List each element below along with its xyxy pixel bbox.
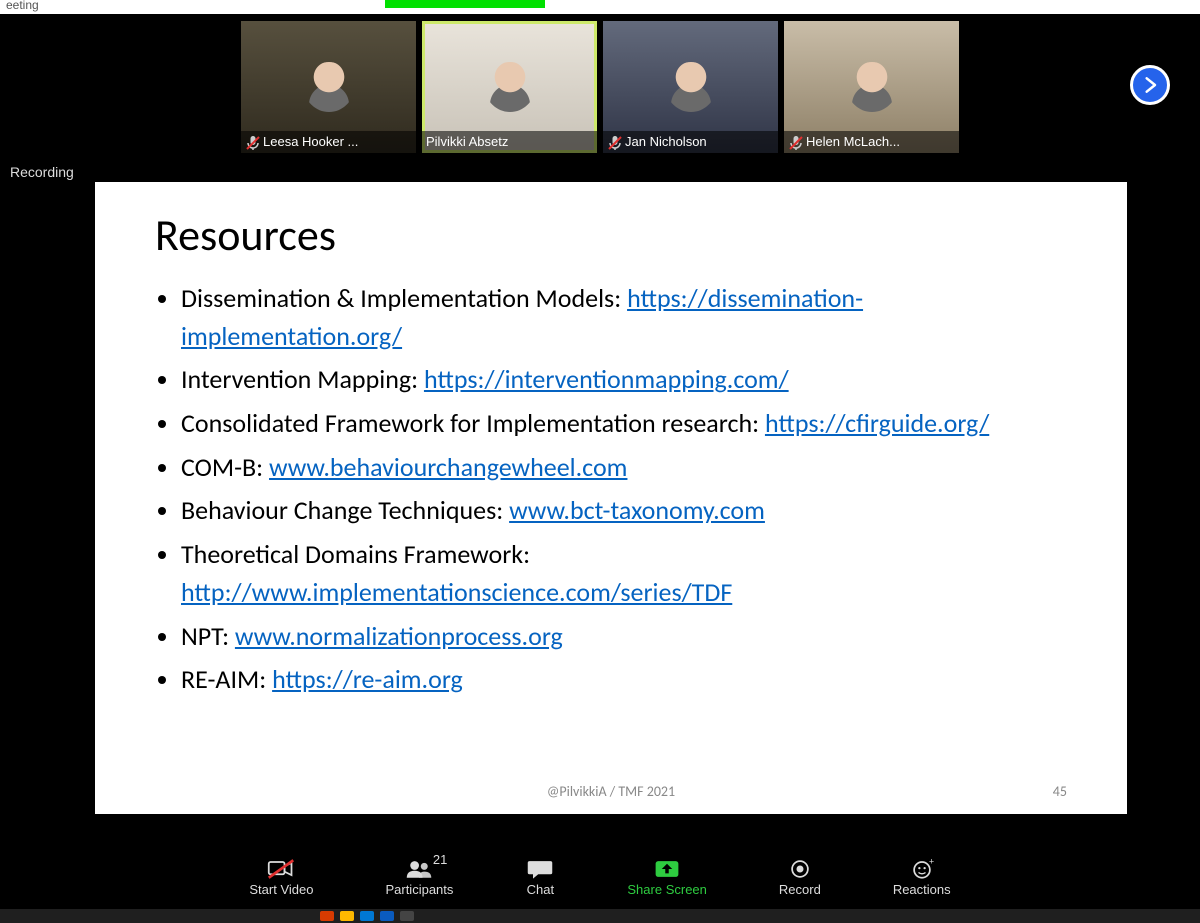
bullet-link[interactable]: http://www.implementationscience.com/ser… [181, 576, 732, 608]
video-tile[interactable]: Jan Nicholson [603, 21, 778, 153]
participant-name-bar: Jan Nicholson [603, 131, 778, 153]
record-button[interactable]: Record [779, 856, 821, 897]
bullet-label: Dissemination & Implementation Models: [181, 282, 627, 314]
video-gallery: Leesa Hooker ... Pilvikki Absetz Jan Nicho… [0, 14, 1200, 160]
slide-bullet: Behaviour Change Techniques: www.bct-tax… [181, 492, 1067, 530]
bullet-link[interactable]: https://cfirguide.org/ [765, 407, 989, 439]
chat-label: Chat [527, 882, 554, 897]
slide-bullet: Theoretical Domains Framework: http://ww… [181, 536, 1067, 611]
start-video-label: Start Video [249, 882, 313, 897]
video-tile[interactable]: Helen McLach... [784, 21, 959, 153]
record-label: Record [779, 882, 821, 897]
share-label: Share Screen [627, 882, 707, 897]
taskbar-app-icon[interactable] [380, 911, 394, 921]
participants-label: Participants [385, 882, 453, 897]
mic-muted-icon [245, 135, 261, 151]
slide-bullet: Intervention Mapping: https://interventi… [181, 361, 1067, 399]
participants-count: 21 [433, 852, 447, 867]
taskbar-app-icon[interactable] [340, 911, 354, 921]
share-screen-icon [652, 856, 682, 882]
active-speaker-accent [385, 0, 545, 8]
slide-content: Resources Dissemination & Implementation… [95, 182, 1127, 814]
bullet-link[interactable]: www.normalizationprocess.org [235, 620, 563, 652]
bullet-label: Consolidated Framework for Implementatio… [181, 407, 765, 439]
gallery-next-button[interactable] [1130, 65, 1170, 105]
participant-name-bar: Pilvikki Absetz [422, 131, 597, 153]
bullet-label: Intervention Mapping: [181, 363, 424, 395]
window-title-fragment: eeting [0, 0, 1200, 14]
participant-name-bar: Helen McLach... [784, 131, 959, 153]
mic-muted-icon [607, 135, 623, 151]
bullet-label: RE-AIM: [181, 663, 272, 695]
meeting-toolbar: Start Video 21 Participants Chat Share S… [0, 843, 1200, 909]
participants-icon [404, 856, 434, 882]
reactions-button[interactable]: + Reactions [893, 856, 951, 897]
recording-indicator: Recording [0, 160, 84, 184]
taskbar-app-icon[interactable] [320, 911, 334, 921]
participant-name: Helen McLach... [806, 134, 900, 149]
chat-icon [525, 856, 555, 882]
reactions-icon: + [907, 856, 937, 882]
bullet-link[interactable]: https://re-aim.org [272, 663, 463, 695]
bullet-label: COM-B: [181, 451, 269, 483]
slide-bullet: Dissemination & Implementation Models: h… [181, 280, 1067, 355]
os-taskbar [0, 909, 1200, 923]
slide-bullet: RE-AIM: https://re-aim.org [181, 661, 1067, 699]
camera-off-icon [266, 856, 296, 882]
video-tile[interactable]: Leesa Hooker ... [241, 21, 416, 153]
taskbar-app-icon[interactable] [360, 911, 374, 921]
record-icon [785, 856, 815, 882]
bullet-label: Behaviour Change Techniques: [181, 494, 509, 526]
bullet-link[interactable]: www.behaviourchangewheel.com [269, 451, 627, 483]
shared-screen-stage: Resources Dissemination & Implementation… [0, 160, 1200, 843]
participant-name: Jan Nicholson [625, 134, 707, 149]
slide-bullet: Consolidated Framework for Implementatio… [181, 405, 1067, 443]
title-fragment-text: eeting [6, 0, 39, 12]
participant-name: Pilvikki Absetz [426, 134, 508, 149]
slide-footer-text: @PilvikkiA / TMF 2021 [547, 783, 675, 800]
participant-name: Leesa Hooker ... [263, 134, 358, 149]
participant-name-bar: Leesa Hooker ... [241, 131, 416, 153]
slide-bullet: COM-B: www.behaviourchangewheel.com [181, 449, 1067, 487]
start-video-button[interactable]: Start Video [249, 856, 313, 897]
slide-bullet: NPT: www.normalizationprocess.org [181, 618, 1067, 656]
participants-button[interactable]: 21 Participants [385, 856, 453, 897]
mic-muted-icon [788, 135, 804, 151]
bullet-link[interactable]: www.bct-taxonomy.com [509, 494, 765, 526]
reactions-label: Reactions [893, 882, 951, 897]
taskbar-app-icon[interactable] [400, 911, 414, 921]
bullet-label: NPT: [181, 620, 235, 652]
recording-label: Recording [10, 164, 74, 180]
slide-number: 45 [1053, 783, 1067, 800]
slide-footer: @PilvikkiA / TMF 2021 [95, 783, 1127, 800]
video-tile[interactable]: Pilvikki Absetz [422, 21, 597, 153]
chat-button[interactable]: Chat [525, 856, 555, 897]
slide-title: Resources [155, 208, 1067, 262]
svg-text:+: + [929, 857, 934, 867]
slide-bullet-list: Dissemination & Implementation Models: h… [155, 280, 1067, 699]
bullet-link[interactable]: https://interventionmapping.com/ [424, 363, 789, 395]
share-screen-button[interactable]: Share Screen [627, 856, 707, 897]
bullet-label: Theoretical Domains Framework: [181, 538, 530, 570]
